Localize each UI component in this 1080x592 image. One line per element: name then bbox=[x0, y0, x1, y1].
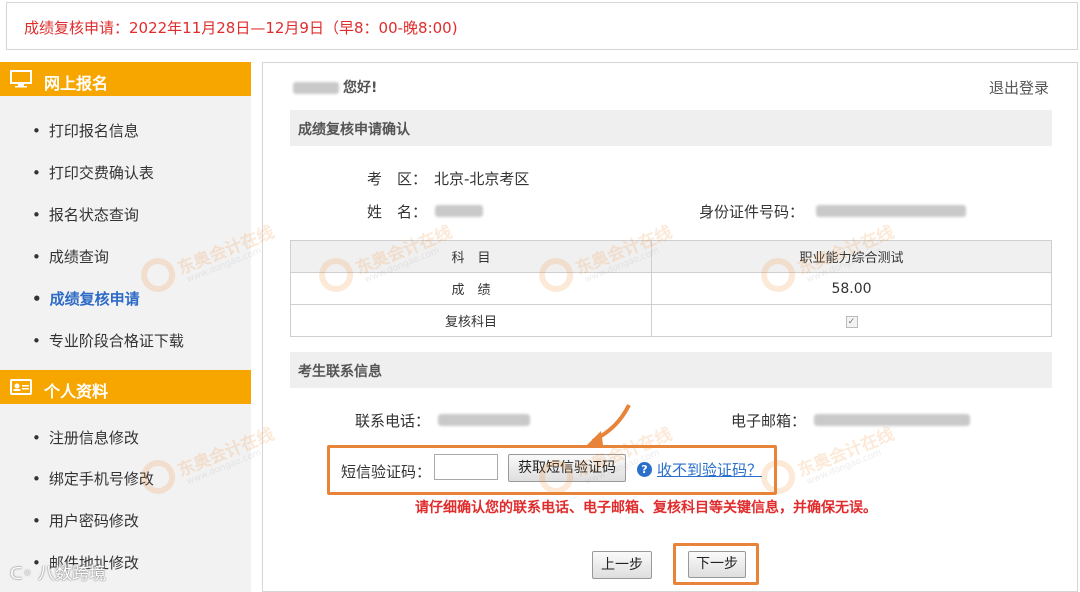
get-sms-code-button[interactable]: 获取短信验证码 bbox=[508, 454, 626, 482]
monitor-icon bbox=[10, 70, 32, 88]
email-value-redacted bbox=[814, 414, 970, 426]
table-row: 成 绩 58.00 bbox=[290, 272, 1052, 305]
confirm-section-header: 成绩复核申请确认 bbox=[290, 110, 1052, 146]
email-label: 电子邮箱： bbox=[731, 412, 807, 430]
exam-area-label: 考 区： bbox=[367, 170, 428, 188]
sidebar-header-online-registration: 网上报名 bbox=[0, 62, 251, 96]
sidebar-item-registration-status[interactable]: 报名状态查询 bbox=[34, 204, 139, 225]
phone-label: 联系电话： bbox=[355, 412, 431, 430]
sms-code-label: 短信验证码： bbox=[341, 463, 432, 481]
greeting: 您好! bbox=[293, 77, 377, 97]
table-cell-review-label: 复核科目 bbox=[290, 304, 652, 337]
sidebar-item-edit-password[interactable]: 用户密码修改 bbox=[34, 510, 139, 531]
sidebar-header-title: 网上报名 bbox=[44, 74, 109, 93]
sidebar: 网上报名 打印报名信息 打印交费确认表 报名状态查询 成绩查询 成绩复核申请 专… bbox=[0, 62, 251, 592]
sidebar-item-score-review[interactable]: 成绩复核申请 bbox=[34, 288, 140, 309]
table-row: 复核科目 ✓ bbox=[290, 304, 1052, 337]
sidebar-item-certificate-download[interactable]: 专业阶段合格证下载 bbox=[34, 330, 184, 351]
contact-section-header: 考生联系信息 bbox=[290, 352, 1052, 388]
checkmark-icon: ✓ bbox=[845, 316, 858, 328]
logout-link[interactable]: 退出登录 bbox=[989, 77, 1049, 98]
sidebar-header-personal-info: 个人资料 bbox=[0, 370, 251, 404]
corner-watermark: ᑕ◦ 八数跨境 bbox=[10, 564, 106, 584]
review-checkbox[interactable]: ✓ bbox=[651, 304, 1052, 337]
sms-code-input[interactable] bbox=[434, 454, 498, 480]
sidebar-header-title: 个人资料 bbox=[44, 382, 109, 401]
name-label: 姓 名： bbox=[367, 203, 428, 221]
table-cell-score-label: 成 绩 bbox=[290, 272, 652, 305]
notice-banner: 成绩复核申请：2022年11月28日—12月9日（早8：00-晚8:00) bbox=[6, 2, 1078, 50]
corner-logo-icon: ᑕ◦ bbox=[10, 564, 38, 584]
sidebar-item-edit-registration[interactable]: 注册信息修改 bbox=[34, 427, 139, 448]
id-label: 身份证件号码： bbox=[699, 203, 805, 221]
username-redacted bbox=[293, 82, 339, 94]
sidebar-item-score-query[interactable]: 成绩查询 bbox=[34, 246, 109, 267]
prev-step-button[interactable]: 上一步 bbox=[592, 551, 652, 579]
table-row: 科 目 职业能力综合测试 bbox=[290, 240, 1052, 273]
section-title: 考生联系信息 bbox=[298, 364, 382, 380]
table-cell-score-value: 58.00 bbox=[651, 272, 1052, 305]
phone-value-redacted bbox=[438, 414, 530, 426]
next-step-highlight: 下一步 bbox=[673, 543, 759, 585]
help-icon: ? bbox=[637, 462, 652, 477]
sidebar-item-print-payment[interactable]: 打印交费确认表 bbox=[34, 162, 154, 183]
table-header-subject-name: 职业能力综合测试 bbox=[651, 240, 1052, 273]
annotation-arrow-icon bbox=[585, 404, 631, 447]
notice-text: 成绩复核申请：2022年11月28日—12月9日（早8：00-晚8:00) bbox=[24, 19, 458, 37]
score-table: 科 目 职业能力综合测试 成 绩 58.00 复核科目 ✓ bbox=[290, 240, 1052, 337]
section-title: 成绩复核申请确认 bbox=[298, 122, 410, 138]
id-value-redacted bbox=[816, 205, 966, 217]
warning-text: 请仔细确认您的联系电话、电子邮箱、复核科目等关键信息，并确保无误。 bbox=[415, 500, 877, 516]
sidebar-item-edit-phone[interactable]: 绑定手机号修改 bbox=[34, 468, 154, 489]
no-code-received-link[interactable]: 收不到验证码？ bbox=[657, 459, 762, 480]
name-value-redacted bbox=[435, 205, 483, 217]
id-card-icon bbox=[10, 379, 32, 395]
next-step-button[interactable]: 下一步 bbox=[688, 551, 746, 578]
exam-area-value: 北京-北京考区 bbox=[434, 170, 530, 188]
sms-code-highlight: 短信验证码： 获取短信验证码 ? 收不到验证码？ bbox=[327, 445, 777, 495]
main-panel: 您好! 退出登录 成绩复核申请确认 考 区： 北京-北京考区 姓 名： 身份证件… bbox=[262, 62, 1078, 592]
table-header-subject: 科 目 bbox=[290, 240, 652, 273]
sidebar-item-print-registration[interactable]: 打印报名信息 bbox=[34, 120, 139, 141]
